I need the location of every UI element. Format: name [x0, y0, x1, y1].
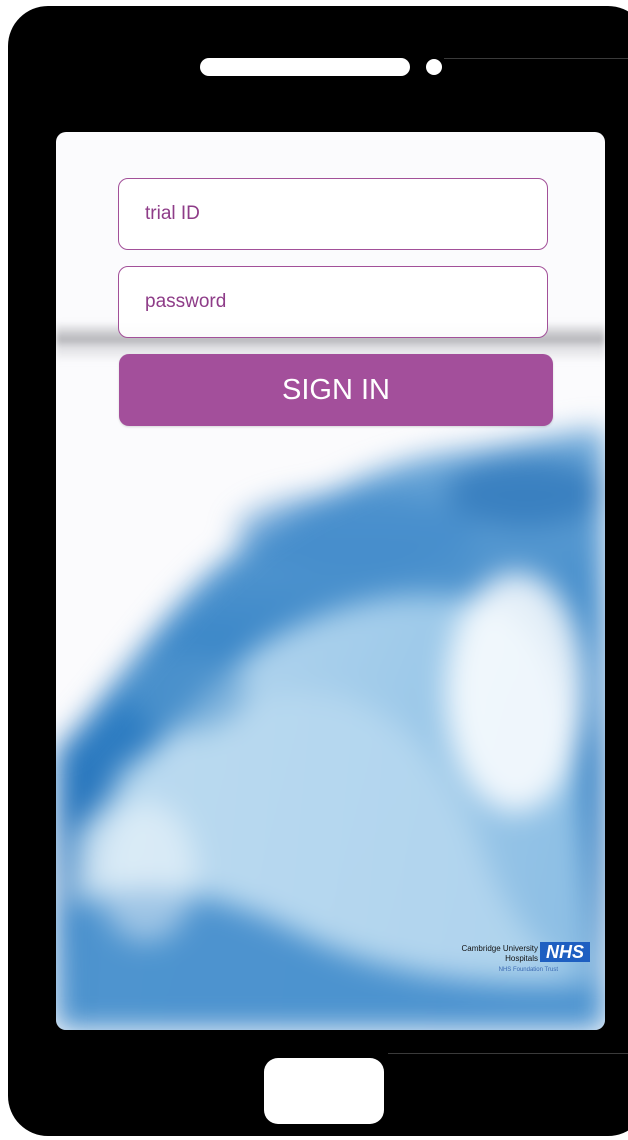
camera-icon [426, 59, 442, 75]
app-screen: SIGN IN Cambridge University Hospitals N… [56, 132, 605, 1030]
frame-divider-top [444, 58, 628, 59]
nhs-logo: Cambridge University Hospitals NHS NHS F… [406, 940, 596, 1000]
frame-divider-bottom [388, 1053, 628, 1054]
speaker-grille [200, 58, 410, 76]
phone-frame: SIGN IN Cambridge University Hospitals N… [8, 6, 628, 1136]
org-name-line2: Hospitals [505, 954, 538, 963]
home-button[interactable] [264, 1058, 384, 1124]
sign-in-button[interactable]: SIGN IN [119, 354, 553, 426]
nhs-mark: NHS [540, 942, 590, 962]
trial-id-input[interactable] [118, 178, 548, 250]
trust-name: NHS Foundation Trust [498, 967, 558, 973]
org-name-line1: Cambridge University [461, 944, 538, 953]
organization-name: Cambridge University Hospitals [462, 944, 538, 964]
password-input[interactable] [118, 266, 548, 338]
